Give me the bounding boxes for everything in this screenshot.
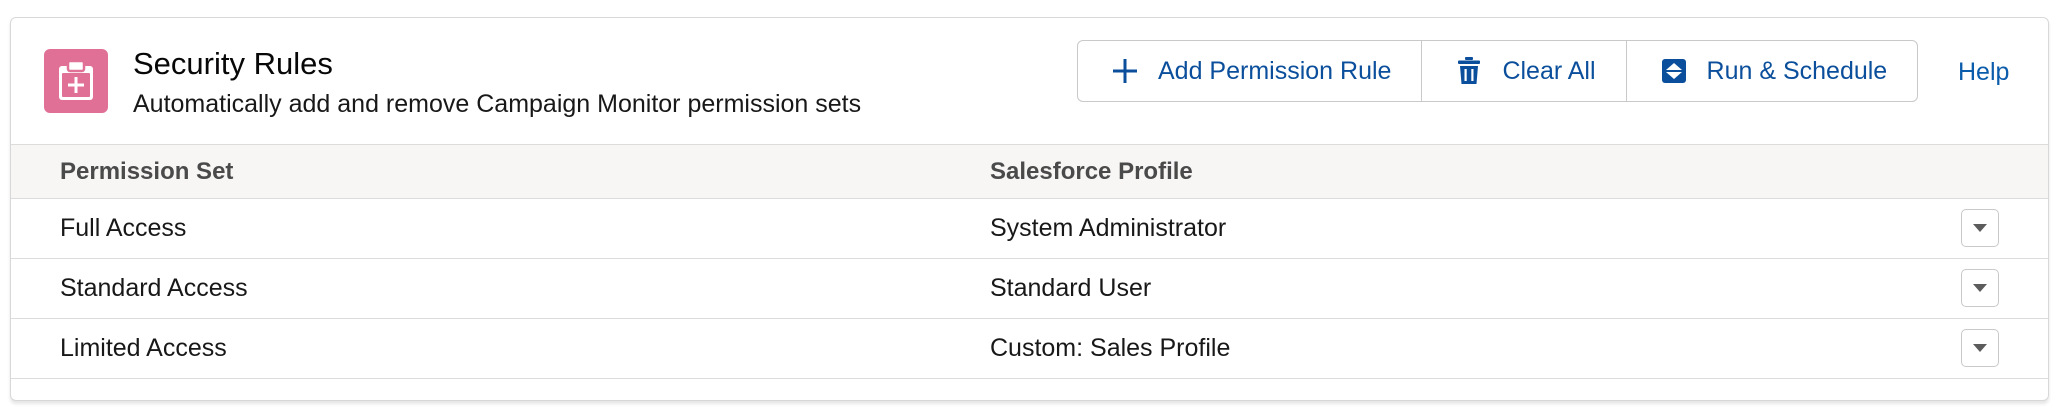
chevron-down-icon: [1973, 224, 1987, 232]
clear-all-button[interactable]: Clear All: [1422, 41, 1627, 101]
profile-cell: System Administrator: [990, 214, 1227, 242]
run-and-schedule-label: Run & Schedule: [1706, 56, 1888, 85]
profile-cell: Standard User: [990, 274, 1152, 302]
page-title: Security Rules: [133, 46, 333, 81]
chevron-down-icon: [1973, 344, 1987, 352]
clear-all-label: Clear All: [1502, 56, 1596, 85]
profile-cell: Custom: Sales Profile: [990, 334, 1231, 362]
table-row: Standard Access Standard User: [11, 259, 2048, 319]
add-permission-rule-label: Add Permission Rule: [1158, 56, 1392, 85]
table-row: Limited Access Custom: Sales Profile: [11, 319, 2048, 379]
permission-set-cell: Full Access: [60, 214, 187, 242]
security-rules-card: Security Rules Automatically add and rem…: [10, 17, 2049, 401]
row-actions-button[interactable]: [1961, 329, 1999, 367]
column-header-permission-set[interactable]: Permission Set: [60, 145, 233, 199]
row-actions-button[interactable]: [1961, 269, 1999, 307]
plus-icon: [1110, 56, 1140, 86]
chevron-down-icon: [1973, 284, 1987, 292]
table-header-row: Permission Set Salesforce Profile: [11, 145, 2048, 199]
trash-icon: [1454, 56, 1484, 86]
table-row: Full Access System Administrator: [11, 199, 2048, 259]
page-subtitle: Automatically add and remove Campaign Mo…: [133, 90, 862, 118]
toolbar-button-group: Add Permission Rule Clear All Run & Sche…: [1077, 40, 1919, 102]
add-permission-rule-button[interactable]: Add Permission Rule: [1078, 41, 1423, 101]
row-actions-button[interactable]: [1961, 209, 1999, 247]
clipboard-plus-icon: [44, 49, 108, 113]
sort-arrows-icon: [1659, 56, 1689, 86]
run-and-schedule-button[interactable]: Run & Schedule: [1627, 41, 1918, 101]
permission-set-cell: Standard Access: [60, 274, 248, 302]
help-link[interactable]: Help: [1958, 56, 2009, 88]
permission-set-cell: Limited Access: [60, 334, 227, 362]
column-header-salesforce-profile[interactable]: Salesforce Profile: [990, 145, 1193, 199]
card-header: Security Rules Automatically add and rem…: [11, 18, 2048, 145]
